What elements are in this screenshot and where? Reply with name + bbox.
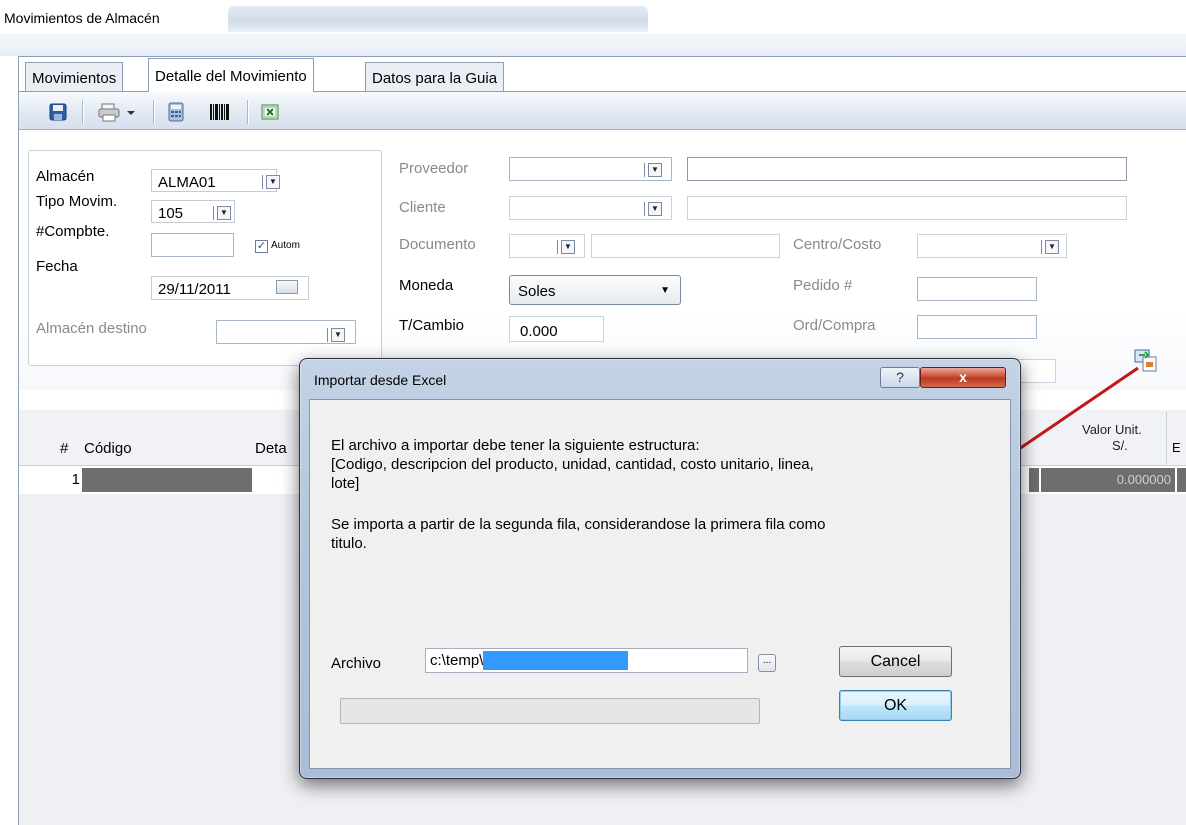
import-info-line-2: titulo. xyxy=(331,535,367,552)
text-selection xyxy=(483,651,629,670)
dialog-body: El archivo a importar debe tener la sigu… xyxy=(309,399,1011,769)
moneda-label: Moneda xyxy=(399,277,454,294)
row-codigo-cell[interactable] xyxy=(82,468,252,492)
column-divider xyxy=(1166,412,1167,464)
chevron-down-icon[interactable]: ▼ xyxy=(557,240,575,254)
cliente-name-input[interactable] xyxy=(687,196,1127,220)
tab-detalle-del-movimiento[interactable]: Detalle del Movimiento xyxy=(148,58,314,92)
structure-line-1: El archivo a importar debe tener la sigu… xyxy=(331,437,700,454)
window-title: Movimientos de Almacén xyxy=(4,10,160,26)
cliente-label: Cliente xyxy=(399,199,446,216)
almacen-value: ALMA01 xyxy=(158,174,216,191)
close-button[interactable]: x xyxy=(920,367,1006,388)
centro-costo-label: Centro/Costo xyxy=(793,236,882,253)
fecha-label: Fecha xyxy=(36,258,78,275)
almacen-label: Almacén xyxy=(36,168,95,185)
column-header-truncated: E xyxy=(1172,440,1181,455)
help-button[interactable]: ? xyxy=(880,367,920,388)
pedido-input[interactable] xyxy=(917,277,1037,301)
structure-line-2: [Codigo, descripcion del producto, unida… xyxy=(331,456,814,473)
chevron-down-icon: ▼ xyxy=(660,285,670,296)
proveedor-name-input[interactable] xyxy=(687,157,1127,181)
tcambio-input[interactable]: 0.000 xyxy=(509,316,604,342)
documento-label: Documento xyxy=(399,236,476,253)
structure-line-3: lote] xyxy=(331,475,360,492)
chevron-down-icon[interactable]: ▼ xyxy=(644,163,662,177)
ordcompra-input[interactable] xyxy=(917,315,1037,339)
tipo-movim-value: 105 xyxy=(158,205,184,222)
calculator-icon[interactable] xyxy=(164,99,188,125)
tcambio-label: T/Cambio xyxy=(399,317,465,334)
ok-button[interactable]: OK xyxy=(839,690,952,721)
documento-number-input[interactable] xyxy=(591,234,780,258)
dialog-title: Importar desde Excel xyxy=(314,372,447,388)
almacen-destino-label: Almacén destino xyxy=(36,320,147,337)
tipo-movim-label: Tipo Movim. xyxy=(36,193,118,210)
row-cell xyxy=(1177,468,1186,492)
barcode-icon[interactable] xyxy=(206,99,234,125)
toolbar-separator xyxy=(82,100,83,124)
print-icon[interactable] xyxy=(94,99,142,125)
chevron-down-icon[interactable]: ▼ xyxy=(644,202,662,216)
autom-label: Autom xyxy=(271,240,300,251)
fecha-value: 29/11/2011 xyxy=(158,281,231,298)
proveedor-label: Proveedor xyxy=(399,160,469,177)
archivo-label: Archivo xyxy=(331,655,382,672)
tab-movimientos[interactable]: Movimientos xyxy=(25,62,124,91)
almacen-select[interactable]: ALMA01 xyxy=(151,169,277,192)
column-header-num: # xyxy=(60,440,69,457)
import-excel-dialog: Importar desde Excel ? x El archivo a im… xyxy=(299,358,1021,779)
toolbar xyxy=(19,92,1186,130)
ordcompra-label: Ord/Compra xyxy=(793,317,876,334)
chevron-down-icon[interactable]: ▼ xyxy=(1041,240,1059,254)
browse-button[interactable]: ... xyxy=(758,654,776,672)
compbte-input[interactable] xyxy=(151,233,234,257)
autom-checkbox[interactable]: ✓ xyxy=(255,240,268,253)
chevron-down-icon[interactable]: ▼ xyxy=(327,328,345,342)
excel-icon[interactable] xyxy=(257,99,283,125)
archivo-value: c:\temp\ xyxy=(430,652,484,669)
compbte-label: #Compbte. xyxy=(36,223,110,240)
cancel-button[interactable]: Cancel xyxy=(839,646,952,677)
progress-bar xyxy=(340,698,760,724)
moneda-select[interactable]: Soles ▼ xyxy=(509,275,681,305)
column-header-detalle: Deta xyxy=(255,440,287,457)
pedido-label: Pedido # xyxy=(793,277,853,294)
import-info-line-1: Se importa a partir de la segunda fila, … xyxy=(331,516,826,533)
toolbar-separator xyxy=(153,100,154,124)
toolbar-separator xyxy=(247,100,248,124)
calendar-icon[interactable] xyxy=(276,280,298,294)
tab-datos-para-la-guia[interactable]: Datos para la Guia xyxy=(365,62,505,91)
chevron-down-icon[interactable]: ▼ xyxy=(262,175,280,189)
save-icon[interactable] xyxy=(44,99,72,125)
column-header-codigo: Código xyxy=(84,440,132,457)
chevron-down-icon[interactable]: ▼ xyxy=(213,206,231,220)
row-number: 1 xyxy=(71,471,80,488)
title-strip xyxy=(0,34,1186,56)
title-watermark xyxy=(228,6,648,32)
moneda-value: Soles xyxy=(518,283,556,300)
archivo-input[interactable]: c:\temp\ xyxy=(425,648,748,673)
